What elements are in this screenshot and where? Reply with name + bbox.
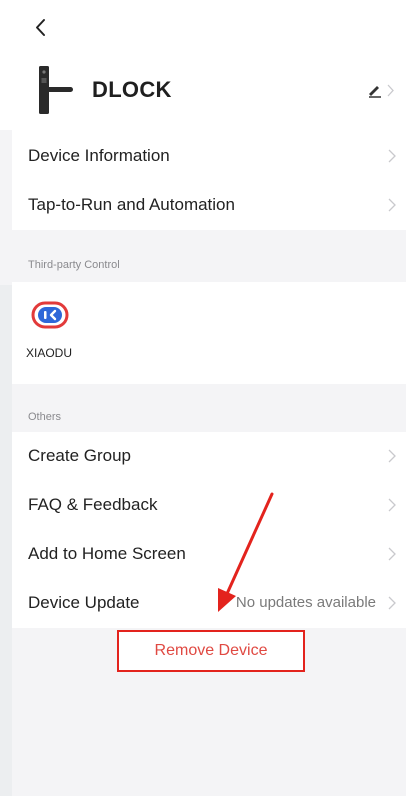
- remove-device-button[interactable]: Remove Device: [117, 630, 305, 672]
- list-item-faq-feedback[interactable]: FAQ & Feedback: [12, 481, 406, 531]
- third-party-panel: [12, 282, 406, 384]
- remove-device-label: Remove Device: [154, 642, 268, 659]
- section-title: Others: [28, 411, 62, 423]
- list-item-label: Device Update: [28, 593, 140, 612]
- section-header-third-party: Third-party Control: [12, 250, 406, 282]
- back-button[interactable]: [30, 14, 54, 42]
- chevron-right-icon: [388, 547, 396, 561]
- section-header-others: Others: [12, 402, 406, 434]
- device-name: DLOCK: [92, 77, 172, 102]
- list-item-label: FAQ & Feedback: [28, 495, 158, 514]
- device-header: DLOCK: [0, 0, 406, 130]
- edit-name-button[interactable]: [368, 80, 398, 102]
- xiaodu-service[interactable]: [30, 300, 70, 330]
- list-item-device-information[interactable]: Device Information: [12, 132, 406, 182]
- update-status-value: No updates available: [235, 594, 376, 611]
- chevron-left-icon: [36, 19, 45, 36]
- main-list: Device Information Tap-to-Run and Automa…: [12, 130, 406, 230]
- chevron-right-icon: [388, 198, 396, 212]
- list-item-label: Create Group: [28, 446, 131, 465]
- chevron-right-icon: [388, 449, 396, 463]
- list-item-label: Add to Home Screen: [28, 544, 186, 563]
- chevron-right-icon: [388, 498, 396, 512]
- others-list: Create Group FAQ & Feedback Add to Home …: [12, 432, 406, 628]
- section-title: Third-party Control: [28, 259, 120, 271]
- chevron-right-icon: [388, 149, 396, 163]
- list-item-device-update[interactable]: Device Update No updates available: [12, 579, 406, 629]
- xiaodu-logo-icon: [31, 301, 69, 329]
- list-item-create-group[interactable]: Create Group: [12, 432, 406, 482]
- list-item-tap-to-run[interactable]: Tap-to-Run and Automation: [12, 181, 406, 231]
- door-lock-icon: [36, 66, 76, 114]
- left-edge-strip: [0, 285, 12, 796]
- list-item-add-to-home-screen[interactable]: Add to Home Screen: [12, 530, 406, 580]
- chevron-right-icon: [388, 596, 396, 610]
- xiaodu-label: XIAODU: [26, 346, 73, 360]
- list-item-label: Tap-to-Run and Automation: [28, 195, 235, 214]
- list-item-label: Device Information: [28, 146, 170, 165]
- pencil-icon: [369, 84, 394, 98]
